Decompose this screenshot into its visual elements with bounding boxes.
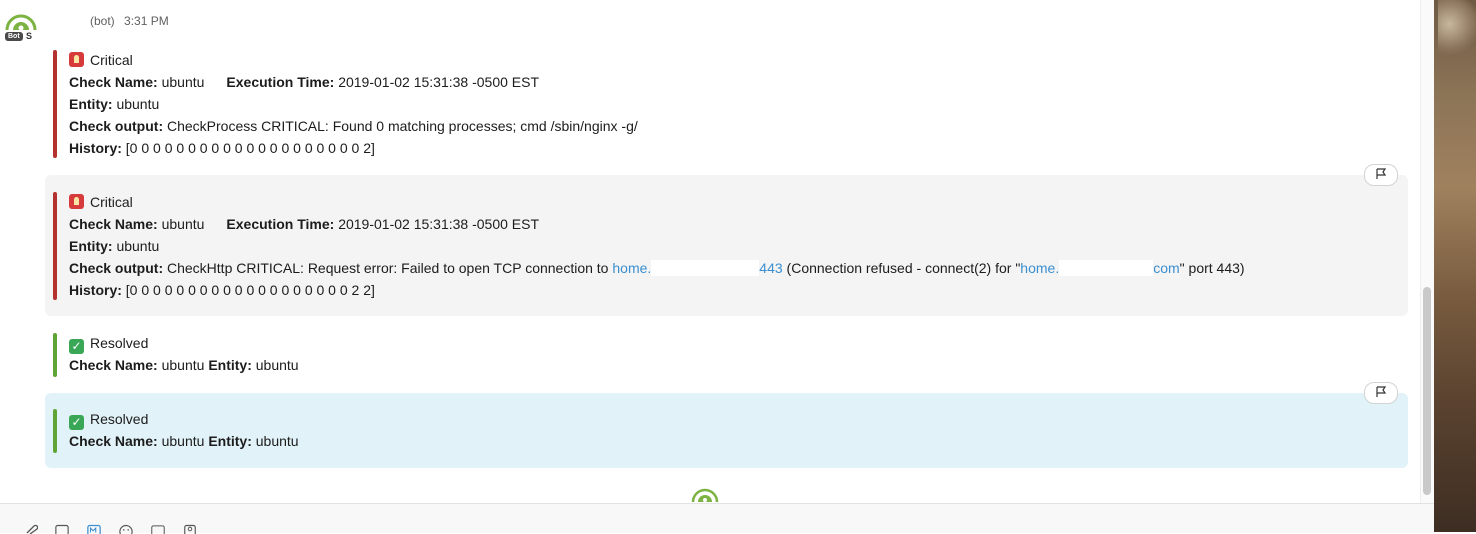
- host-link-1-end[interactable]: 443: [759, 260, 782, 276]
- exec-time-label: Execution Time:: [226, 216, 334, 232]
- status-line: Critical: [69, 191, 1245, 213]
- check-mark-icon: ✓: [69, 415, 84, 430]
- redacted-text: [1059, 260, 1153, 276]
- check-name-label: Check Name:: [69, 216, 158, 232]
- check-mark-icon: ✓: [69, 339, 84, 354]
- message-icon[interactable]: [55, 524, 69, 534]
- host-link-1-start[interactable]: home.: [612, 260, 651, 276]
- alert-lines: Critical Check Name: ubuntu Execution Tim…: [69, 49, 638, 159]
- composer-toolbar: [0, 503, 1434, 533]
- check-output-line: Check output: CheckHttp CRITICAL: Reques…: [69, 257, 1245, 279]
- exec-time-value: 2019-01-02 15:31:38 -0500 EST: [338, 216, 539, 232]
- host-link-2[interactable]: home. com: [1020, 260, 1179, 276]
- history-value: [0 0 0 0 0 0 0 0 0 0 0 0 0 0 0 0 0 0 0 2…: [126, 282, 375, 298]
- check-name-value: ubuntu: [162, 357, 205, 373]
- status-line: ✓ Resolved: [69, 408, 299, 430]
- alert-message-resolved-2: ✓ Resolved Check Name: ubuntu Entity: ubu…: [45, 393, 1408, 468]
- alert-lines: ✓ Resolved Check Name: ubuntu Entity: ubu…: [69, 332, 299, 376]
- attachment-bar-resolved: [53, 333, 57, 377]
- exec-time-label: Execution Time:: [226, 74, 334, 90]
- entity-value: ubuntu: [256, 433, 299, 449]
- check-output-prefix: CheckHttp CRITICAL: Request error: Faile…: [167, 260, 612, 276]
- message-header: (bot) 3:31 PM: [90, 14, 169, 28]
- scrollbar-thumb[interactable]: [1423, 287, 1431, 495]
- alert-message-resolved-1: ✓ Resolved Check Name: ubuntu Entity: ubu…: [45, 328, 1408, 380]
- check-name-value: ubuntu: [162, 216, 205, 232]
- status-text: Resolved: [90, 335, 148, 351]
- history-label: History:: [69, 282, 122, 298]
- history-value: [0 0 0 0 0 0 0 0 0 0 0 0 0 0 0 0 0 0 0 0…: [126, 140, 375, 156]
- rotating-light-icon: [69, 52, 84, 67]
- rotating-light-icon: [69, 194, 84, 209]
- entity-value: ubuntu: [116, 238, 159, 254]
- alert-lines: Critical Check Name: ubuntu Execution Tim…: [69, 191, 1245, 301]
- check-name-value: ubuntu: [162, 433, 205, 449]
- history-label: History:: [69, 140, 122, 156]
- background-photo: [1434, 0, 1476, 532]
- check-name-line: Check Name: ubuntu Execution Time: 2019-0…: [69, 71, 638, 93]
- check-output-label: Check output:: [69, 260, 163, 276]
- alert-message-critical-1: Critical Check Name: ubuntu Execution Tim…: [45, 44, 1408, 162]
- alert-message-critical-2: Critical Check Name: ubuntu Execution Tim…: [45, 175, 1408, 316]
- attachment-icon[interactable]: [24, 524, 38, 534]
- check-output-label: Check output:: [69, 118, 163, 134]
- check-output-mid: (Connection refused - connect(2) for ": [783, 260, 1021, 276]
- status-line: Critical: [69, 49, 638, 71]
- entity-label: Entity:: [69, 238, 113, 254]
- markdown-icon[interactable]: [87, 524, 101, 534]
- flag-icon: [1375, 385, 1387, 401]
- entity-value: ubuntu: [256, 357, 299, 373]
- check-output-value: CheckProcess CRITICAL: Found 0 matching …: [167, 118, 638, 134]
- alert-lines: ✓ Resolved Check Name: ubuntu Entity: ubu…: [69, 408, 299, 452]
- check-name-label: Check Name:: [69, 433, 158, 449]
- bot-badge: Bot: [5, 32, 23, 41]
- flag-message-button[interactable]: [1364, 164, 1398, 186]
- entity-label: Entity:: [208, 433, 252, 449]
- check-name-label: Check Name:: [69, 74, 158, 90]
- check-name-line: Check Name: ubuntu Execution Time: 2019-0…: [69, 213, 1245, 235]
- message-pane: Bot S (bot) 3:31 PM Critical Check Name:…: [0, 0, 1420, 503]
- host-link-1[interactable]: home. 443: [612, 260, 782, 276]
- entity-line: Entity: ubuntu: [69, 235, 1245, 257]
- entity-value: ubuntu: [116, 96, 159, 112]
- exec-time-value: 2019-01-02 15:31:38 -0500 EST: [338, 74, 539, 90]
- flag-icon: [1375, 167, 1387, 183]
- check-name-value: ubuntu: [162, 74, 205, 90]
- history-line: History: [0 0 0 0 0 0 0 0 0 0 0 0 0 0 0 …: [69, 137, 638, 159]
- host-link-2-end[interactable]: com: [1153, 260, 1179, 276]
- entity-label: Entity:: [208, 357, 252, 373]
- bot-badge-suffix: S: [26, 31, 32, 41]
- contact-card-icon[interactable]: [183, 524, 197, 534]
- host-link-2-start[interactable]: home.: [1020, 260, 1059, 276]
- check-name-line: Check Name: ubuntu Entity: ubuntu: [69, 354, 299, 376]
- sender-name[interactable]: (bot): [90, 14, 115, 28]
- check-output-line: Check output: CheckProcess CRITICAL: Fou…: [69, 115, 638, 137]
- entity-line: Entity: ubuntu: [69, 93, 638, 115]
- attachment-bar-critical: [53, 50, 57, 158]
- check-name-label: Check Name:: [69, 357, 158, 373]
- emoji-icon[interactable]: [119, 524, 133, 534]
- history-line: History: [0 0 0 0 0 0 0 0 0 0 0 0 0 0 0 …: [69, 279, 1245, 301]
- status-text: Critical: [90, 52, 133, 68]
- status-text: Critical: [90, 194, 133, 210]
- status-text: Resolved: [90, 411, 148, 427]
- flag-message-button[interactable]: [1364, 382, 1398, 404]
- gif-icon[interactable]: [151, 524, 165, 534]
- check-output-suffix: " port 443): [1180, 260, 1245, 276]
- attachment-bar-resolved: [53, 409, 57, 453]
- redacted-text: [651, 260, 759, 276]
- entity-label: Entity:: [69, 96, 113, 112]
- check-name-line: Check Name: ubuntu Entity: ubuntu: [69, 430, 299, 452]
- message-timestamp[interactable]: 3:31 PM: [124, 14, 169, 28]
- bot-avatar-icon: [691, 486, 719, 503]
- attachment-bar-critical: [53, 192, 57, 300]
- status-line: ✓ Resolved: [69, 332, 299, 354]
